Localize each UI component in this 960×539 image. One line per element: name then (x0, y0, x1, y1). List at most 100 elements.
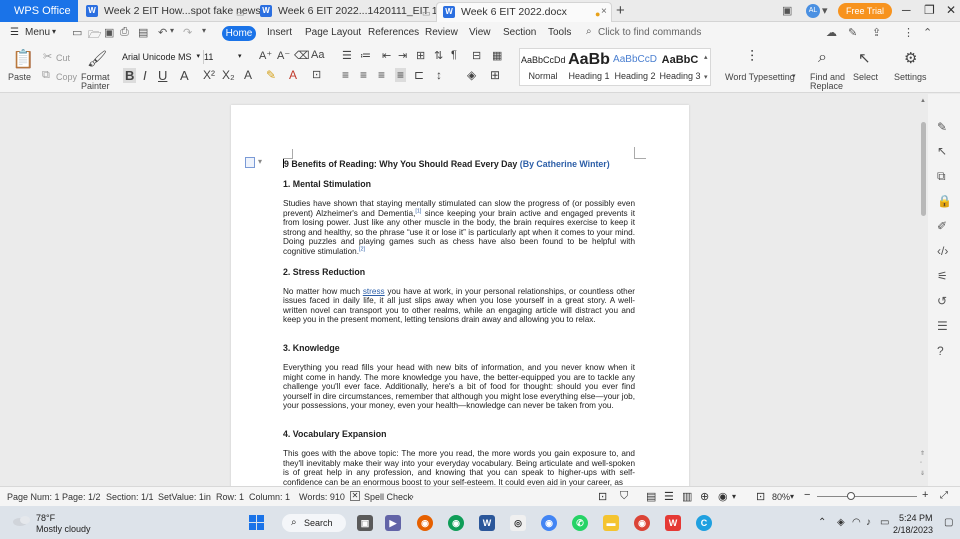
align-center-icon[interactable]: ≡ (360, 68, 367, 82)
style-normal[interactable]: AaBbCcDd Normal (521, 49, 565, 85)
doc-edit-icon[interactable]: ✐ (937, 219, 947, 233)
document-page[interactable]: ▾ 9 Benefits of Reading: Why You Should … (231, 105, 689, 486)
zoom-slider-handle[interactable] (847, 492, 855, 500)
format-painter-label-2[interactable]: Painter (81, 81, 110, 91)
document-content[interactable]: 9 Benefits of Reading: Why You Should Re… (283, 159, 635, 486)
notification-icon[interactable]: ▢ (944, 517, 953, 528)
zoom-slider[interactable] (817, 496, 917, 497)
select-cursor-icon[interactable]: ↖ (937, 144, 947, 158)
chevron-right-icon[interactable]: › (411, 492, 414, 501)
bold-icon[interactable]: B (123, 68, 137, 83)
history-icon[interactable]: ↺ (937, 294, 947, 308)
shading-icon[interactable]: ◈ (467, 68, 476, 82)
chevron-down-icon[interactable]: ▾ (202, 26, 206, 35)
volume-icon[interactable]: ♪ (866, 517, 871, 528)
borders-icon[interactable]: ⊞ (490, 68, 500, 82)
wps-app-icon[interactable]: W (665, 515, 681, 531)
hamburger-icon[interactable]: ☰ (10, 27, 19, 38)
cut-button[interactable]: Cut (56, 53, 70, 63)
adjust-icon[interactable]: ⚟ (937, 269, 948, 283)
underline-icon[interactable]: U (158, 68, 167, 83)
fit-page-icon[interactable]: ⊡ (756, 490, 765, 503)
new-tab-button[interactable]: + (616, 2, 625, 19)
task-view-icon[interactable]: ▣ (357, 515, 373, 531)
focus-mode-icon[interactable]: ⊡ (598, 490, 607, 503)
character-border-icon[interactable]: ⊡ (312, 68, 321, 81)
find-replace-icon[interactable]: ⌕ (818, 49, 827, 67)
pen-icon[interactable]: ✎ (937, 120, 947, 134)
chevron-down-icon[interactable]: ▾ (258, 157, 262, 166)
doc-tab-week2[interactable]: W Week 2 EIT How...spot fake news ▭ (80, 2, 261, 22)
clock-time[interactable]: 5:24 PM (899, 513, 933, 523)
align-right-icon[interactable]: ≡ (378, 68, 385, 82)
chevron-down-icon[interactable]: ▾ (170, 26, 174, 35)
bullet-list-icon[interactable]: ☰ (342, 49, 352, 62)
copy-pages-icon[interactable]: ⧉ (937, 169, 946, 184)
chinese-layout-icon[interactable]: ⊞ (416, 49, 425, 62)
edit-icon[interactable]: ✎ (848, 26, 857, 39)
chevron-down-icon[interactable]: ▾ (822, 4, 828, 17)
weather-description[interactable]: Mostly cloudy (36, 524, 91, 534)
code-icon[interactable]: ‹/› (937, 244, 948, 258)
share-icon[interactable]: ⇪ (872, 26, 881, 39)
wifi-icon[interactable]: ◠ (852, 517, 861, 528)
free-trial-button[interactable]: Free Trial (838, 3, 892, 19)
tab-review[interactable]: Review (425, 27, 458, 38)
format-painter-icon[interactable]: 🖌 (87, 49, 107, 69)
font-size-select[interactable]: 11 ▾ (204, 50, 252, 64)
outline-view-icon[interactable]: ☰ (664, 490, 674, 503)
copy-icon[interactable]: ⧉ (42, 69, 50, 82)
word-typesetting-button[interactable]: Word Typesetting (725, 72, 795, 82)
print-preview-icon[interactable]: ⎙ (120, 26, 129, 39)
tab-view[interactable]: View (469, 27, 491, 38)
vertical-scrollbar[interactable]: ▲ ⇑ ◦ ⇓ (919, 94, 928, 486)
font-color-icon[interactable]: A (289, 68, 297, 82)
word-count[interactable]: Words: 910 (299, 492, 345, 502)
tray-overflow-icon[interactable]: ⌃ (818, 517, 826, 528)
tab-insert[interactable]: Insert (267, 27, 292, 38)
chrome-icon[interactable]: ◉ (541, 515, 557, 531)
network-icon[interactable]: ◈ (837, 517, 845, 528)
footnote-ref[interactable]: [2] (359, 246, 365, 252)
zoom-out-icon[interactable]: − (804, 489, 810, 501)
stress-link[interactable]: stress (363, 287, 385, 296)
undo-icon[interactable]: ↶ (158, 26, 167, 39)
open-folder-icon[interactable]: 🗁 (88, 26, 102, 45)
doc-tab-week6-active[interactable]: W Week 6 EIT 2022.docx ● × (436, 2, 612, 22)
select-button[interactable]: Select (853, 72, 878, 82)
strikethrough-icon[interactable]: A (180, 68, 189, 83)
find-commands-input[interactable]: Click to find commands (598, 27, 701, 38)
teams-icon[interactable]: ▶ (385, 515, 401, 531)
justify-icon[interactable]: ≡ (395, 68, 407, 82)
close-tab-icon[interactable]: × (601, 3, 607, 21)
tab-home[interactable]: Home (222, 26, 256, 41)
cut-icon[interactable]: ✂ (43, 50, 52, 63)
tab-references[interactable]: References (368, 27, 419, 38)
chevron-down-icon[interactable]: ▾ (790, 492, 794, 501)
wps-office-tab[interactable]: WPS Office (0, 0, 78, 22)
next-page-icon[interactable]: ⇓ (920, 470, 925, 477)
clear-format-icon[interactable]: ⌫ (294, 49, 310, 62)
numbered-list-icon[interactable]: ≔ (360, 49, 371, 62)
paragraph-mark-icon[interactable]: ¶ (451, 49, 457, 61)
select-cursor-icon[interactable]: ↖ (858, 49, 871, 67)
settings-button[interactable]: Settings (894, 72, 927, 82)
chevron-down-icon[interactable]: ▾ (732, 492, 736, 501)
cloud-icon[interactable] (12, 513, 32, 527)
increase-indent-icon[interactable]: ⇥ (398, 49, 407, 62)
setvalue-indicator[interactable]: SetValue: 1in (158, 492, 211, 502)
save-icon[interactable]: ▣ (104, 26, 114, 39)
chevron-down-icon[interactable]: ▾ (52, 27, 56, 36)
avatar[interactable]: AL (806, 4, 820, 18)
reading-view-icon[interactable]: ▥ (682, 490, 692, 503)
battery-icon[interactable]: ▭ (880, 517, 889, 528)
edge-icon[interactable]: ◉ (448, 515, 464, 531)
file-explorer-icon[interactable]: ▬ (603, 515, 619, 531)
spell-check-button[interactable]: Spell Check (364, 492, 412, 502)
table-icon[interactable]: ▦ (492, 49, 502, 62)
style-heading-1[interactable]: AaBb Heading 1 (566, 49, 612, 85)
lock-icon[interactable]: 🔒 (937, 194, 952, 208)
highlight-icon[interactable]: ✎ (266, 68, 276, 82)
line-spacing-icon[interactable]: ↕ (436, 68, 442, 82)
paste-icon[interactable]: 📋 (12, 49, 34, 70)
